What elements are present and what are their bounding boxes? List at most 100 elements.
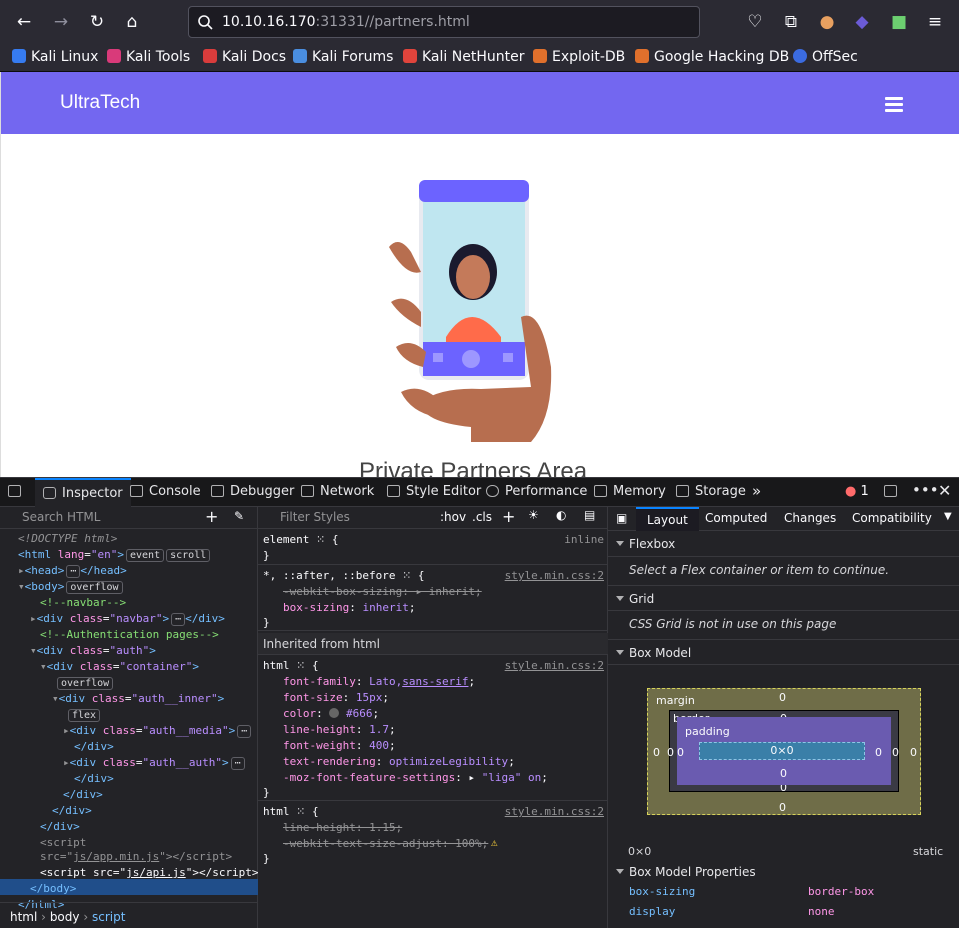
forward-arrow-icon[interactable]: → [48,9,74,35]
bookmark-kali-nethunter[interactable]: Kali NetHunter [403,49,524,65]
tabs-dropdown-icon[interactable]: ▼ [944,511,952,522]
brand-logo[interactable]: UltraTech [60,92,140,114]
exploit-db-icon [533,49,547,63]
tab-inspector[interactable]: Inspector [35,478,131,507]
cls-toggle[interactable]: .cls [472,510,492,524]
reload-icon[interactable]: ↻ [84,9,110,35]
flexbox-section-header[interactable]: Flexbox [608,531,959,557]
bmp-name-display: display [629,905,676,918]
tab-performance[interactable]: Performance [486,484,587,499]
grid-note: CSS Grid is not in use on this page [629,617,837,631]
offsec-icon [793,49,807,63]
bookmark-exploit-db[interactable]: Exploit-DB [533,49,625,65]
boxmodel-content[interactable]: 0×0 [699,742,865,760]
rules-panel: Filter Styles :hov .cls + ☀ ◐ ▤ element … [258,507,608,928]
bmp-name-box-sizing: box-sizing [629,885,696,898]
filter-styles-input[interactable]: Filter Styles :hov .cls + ☀ ◐ ▤ [258,507,607,529]
html-rule: html ⁙ { style.min.css:2 font-family: La… [258,659,608,801]
bookmark-kali-tools[interactable]: Kali Tools [107,49,190,65]
addon2-icon[interactable]: ◆ [849,9,875,35]
inherited-header: Inherited from html [258,633,608,655]
tab-compatibility[interactable]: Compatibility [852,511,932,525]
search-html-input[interactable]: Search HTML + ✎ [0,507,257,529]
tab-memory[interactable]: Memory [594,484,666,499]
html-rule-2: html ⁙ { style.min.css:2 line-height: 1.… [263,805,604,865]
pocket-icon[interactable]: ♡ [742,9,768,35]
breadcrumb: html › body › script [0,902,257,928]
add-rule-icon[interactable]: + [502,507,515,526]
bookmarks-bar: Kali Linux Kali Tools Kali Docs Kali For… [0,44,959,72]
boxmodel-padding[interactable]: padding 0 0 0 0×0 [677,717,891,785]
warning-icon: ⚠ [491,836,498,849]
style-source-link[interactable]: style.min.css:2 [505,659,604,672]
tab-console[interactable]: Console [130,484,201,499]
hamburger-menu-icon[interactable] [885,97,903,112]
boxmodel-size: 0×0 [628,845,652,858]
light-theme-icon[interactable]: ☀ [528,508,539,522]
kali-tools-icon [107,49,121,63]
boxmodel-position: static [913,845,944,858]
error-count[interactable]: ● 1 [845,484,869,499]
back-arrow-icon[interactable]: ← [11,9,37,35]
crumb-html[interactable]: html [10,910,37,924]
bookmark-offsec[interactable]: OffSec [793,49,858,65]
url-bar[interactable]: 10.10.16.170:31331//partners.html [188,6,700,38]
crumb-body[interactable]: body [50,910,80,924]
add-node-icon[interactable]: + [205,507,218,526]
devtools-tab-bar: Inspector Console Debugger Network Style… [0,477,959,507]
dark-theme-icon[interactable]: ◐ [556,508,566,522]
sidebar-toggle-icon[interactable]: ▣ [616,511,627,525]
layout-panel: ▣ Layout Computed Changes Compatibility … [608,507,959,928]
print-media-icon[interactable]: ▤ [584,508,595,522]
tab-layout[interactable]: Layout [636,507,699,531]
tab-network[interactable]: Network [301,484,374,499]
browser-toolbar: ← → ↻ ⌂ 10.10.16.170:31331//partners.htm… [0,0,959,44]
bookmark-kali-forums[interactable]: Kali Forums [293,49,393,65]
tab-changes[interactable]: Changes [784,511,836,525]
close-devtools-icon[interactable]: ✕ [938,481,951,500]
extensions-icon[interactable]: ⧉ [778,9,804,35]
bookmark-kali-linux[interactable]: Kali Linux [12,49,98,65]
hov-toggle[interactable]: :hov [440,510,466,524]
crumb-script[interactable]: script [92,910,125,924]
more-tabs-icon[interactable]: » [752,482,761,500]
markup-panel: Search HTML + ✎ <!DOCTYPE html> <html la… [0,507,259,928]
menu-icon[interactable]: ≡ [922,9,948,35]
style-source-link[interactable]: style.min.css:2 [505,569,604,582]
element-rule: element ⁙ { inline } [258,533,608,565]
kali-docs-icon [203,49,217,63]
navbar: UltraTech [1,72,959,134]
boxmodel-properties-header[interactable]: Box Model Properties [608,859,959,885]
tab-style-editor[interactable]: Style Editor [387,484,481,499]
page-title: Private Partners Area [359,458,588,477]
nethunter-icon [403,49,417,63]
web-page: UltraTech Private Partners Area [0,72,959,477]
bmp-value-display: none [808,905,835,918]
tab-computed[interactable]: Computed [705,511,767,525]
addon-icon[interactable]: ● [814,9,840,35]
options-icon[interactable]: ••• [912,481,939,499]
url-text: 10.10.16.170:31331//partners.html [222,14,470,30]
dock-icon[interactable] [884,484,897,499]
grid-section-header[interactable]: Grid [608,585,959,611]
addon3-icon[interactable]: ■ [886,9,912,35]
tab-debugger[interactable]: Debugger [211,484,294,499]
universal-rule: *, ::after, ::before ⁙ { style.min.css:2… [258,569,608,631]
bookmark-kali-docs[interactable]: Kali Docs [203,49,286,65]
home-icon[interactable]: ⌂ [119,9,145,35]
style-source-link[interactable]: style.min.css:2 [505,805,604,818]
boxmodel-section-header[interactable]: Box Model [608,639,959,665]
boxmodel-margin[interactable]: margin 0 0 0 0 border 0 0 0 0 padding 0 … [647,688,921,815]
ghdb-icon [635,49,649,63]
bmp-value-box-sizing: border-box [808,885,875,898]
pick-element-icon[interactable] [8,484,21,499]
boxmodel-border[interactable]: border 0 0 0 0 padding 0 0 0 0×0 [667,710,899,794]
kali-icon [12,49,26,63]
tab-storage[interactable]: Storage [676,484,746,499]
flexbox-note: Select a Flex container or item to conti… [629,563,890,577]
kali-forums-icon [293,49,307,63]
eyedropper-icon[interactable]: ✎ [234,509,244,523]
bookmark-google-hacking-db[interactable]: Google Hacking DB [635,49,789,65]
phone-hand-illustration [389,180,552,442]
search-icon [198,15,213,30]
